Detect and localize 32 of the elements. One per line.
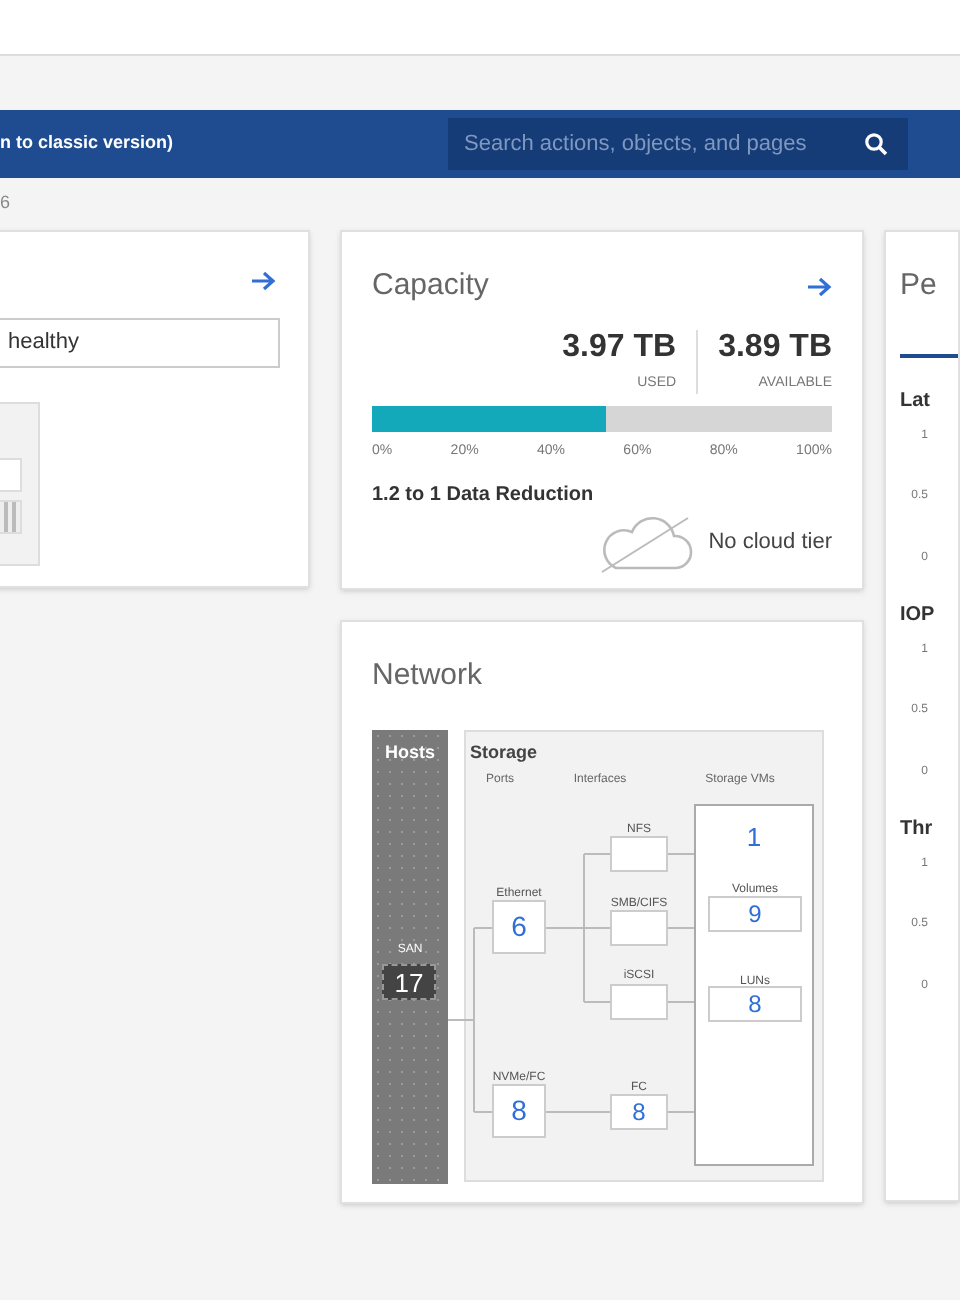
search-icon [864, 132, 888, 156]
used-value: 3.97 TB [562, 329, 677, 365]
count-box[interactable]: 8 [492, 1083, 546, 1137]
card-title: Pe [900, 266, 939, 306]
chart-title: IOP [900, 601, 937, 629]
chart-title: Lat [900, 387, 932, 415]
svm-count: 1 [744, 819, 764, 855]
count-box[interactable]: 8 [708, 985, 802, 1021]
arrow-right-icon[interactable] [808, 275, 832, 298]
search-field[interactable]: Search actions, objects, and pages [448, 118, 908, 170]
count-box[interactable]: 6 [492, 899, 546, 953]
cloud-crossed-icon [600, 513, 697, 573]
san-count: 17 [382, 963, 436, 999]
status-field: healthy [0, 318, 280, 368]
breadcrumb[interactable]: 6 [0, 190, 11, 218]
cloud-tier-text: No cloud tier [708, 528, 832, 559]
card-title: Capacity [372, 266, 489, 306]
connector-line [667, 852, 695, 854]
connector-line [667, 1000, 695, 1002]
card-title: Network [372, 656, 485, 696]
arrow-right-icon[interactable] [252, 270, 276, 292]
classic-version-link[interactable]: n to classic version) [0, 130, 174, 158]
chart-title: Thr [900, 815, 935, 843]
storage-title: Storage [470, 739, 538, 766]
count-box[interactable]: 9 [708, 895, 802, 931]
available-value: 3.89 TB [718, 329, 832, 365]
connector-line [545, 1110, 611, 1112]
connector-line [667, 926, 695, 928]
data-reduction-text: 1.2 to 1 Data Reduction [372, 481, 596, 509]
hosts-title: Hosts [382, 739, 437, 765]
connector-line [667, 1110, 695, 1112]
count-box[interactable]: 8 [610, 1093, 668, 1129]
